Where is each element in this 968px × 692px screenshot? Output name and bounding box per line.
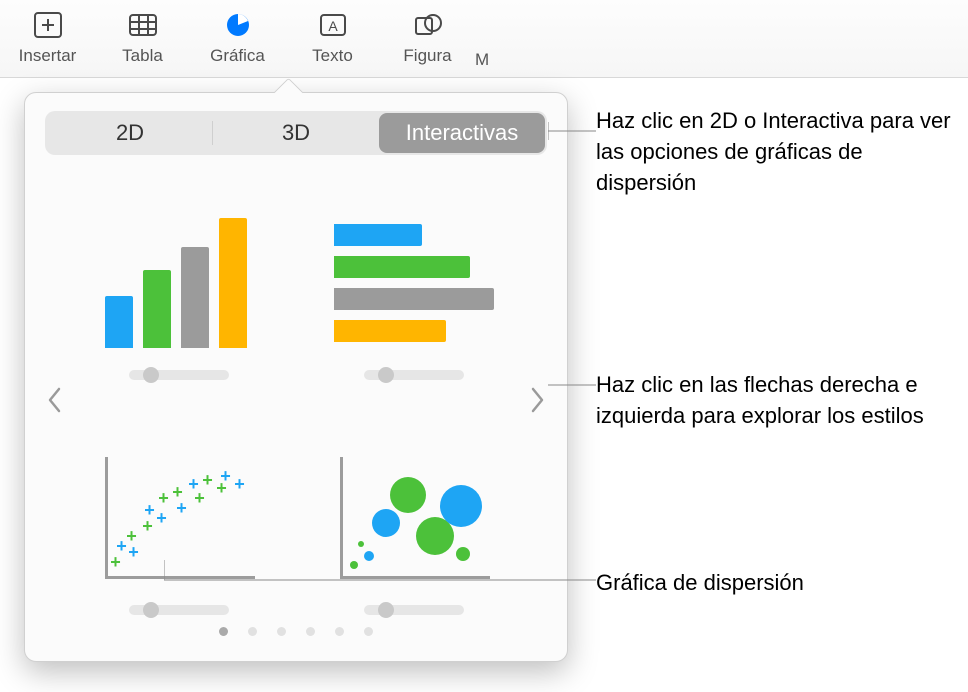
chart-tab-segmented-control: 2D 3D Interactivas <box>45 111 547 155</box>
shape-icon <box>413 8 443 42</box>
toolbar-insert-label: Insertar <box>19 46 77 66</box>
prev-style-arrow[interactable] <box>43 382 67 418</box>
toolbar-overflow[interactable]: M <box>475 8 515 70</box>
leader-line <box>164 560 596 588</box>
mini-slider-icon <box>364 370 464 380</box>
mini-slider-icon <box>129 370 229 380</box>
svg-text:A: A <box>328 18 338 34</box>
leader-line <box>548 120 596 142</box>
toolbar-text-label: Texto <box>312 46 353 66</box>
callout-scatter-label: Gráfica de dispersión <box>596 568 946 599</box>
toolbar-chart-label: Gráfica <box>210 46 265 66</box>
toolbar: Insertar Tabla Gráfica A Texto Figura M <box>0 0 968 78</box>
tab-2d[interactable]: 2D <box>47 113 213 153</box>
column-chart-icon <box>99 218 259 348</box>
pie-chart-icon <box>223 8 253 42</box>
mini-slider-icon <box>364 605 464 615</box>
page-indicator[interactable] <box>45 627 547 636</box>
column-chart-thumb[interactable] <box>91 185 266 380</box>
page-dot[interactable] <box>219 627 228 636</box>
toolbar-shape-button[interactable]: Figura <box>380 8 475 66</box>
page-dot[interactable] <box>277 627 286 636</box>
callout-arrows-hint: Haz clic en las flechas derecha e izquie… <box>596 370 946 432</box>
table-icon <box>128 8 158 42</box>
page-dot[interactable] <box>306 627 315 636</box>
bar-chart-icon <box>334 218 494 348</box>
page-dot[interactable] <box>335 627 344 636</box>
insert-icon <box>33 8 63 42</box>
text-icon: A <box>318 8 348 42</box>
page-dot[interactable] <box>248 627 257 636</box>
tab-3d[interactable]: 3D <box>213 113 379 153</box>
page-dot[interactable] <box>364 627 373 636</box>
bar-chart-thumb[interactable] <box>326 185 501 380</box>
next-style-arrow[interactable] <box>525 382 549 418</box>
leader-line <box>548 384 596 386</box>
toolbar-shape-label: Figura <box>403 46 451 66</box>
callout-tabs-hint: Haz clic en 2D o Interactiva para ver la… <box>596 106 956 198</box>
toolbar-table-button[interactable]: Tabla <box>95 8 190 66</box>
toolbar-chart-button[interactable]: Gráfica <box>190 8 285 66</box>
toolbar-text-button[interactable]: A Texto <box>285 8 380 66</box>
chart-thumb-area: + + + + + + + + + + + + + + + + <box>45 185 547 615</box>
toolbar-table-label: Tabla <box>122 46 163 66</box>
tab-interactive[interactable]: Interactivas <box>379 113 545 153</box>
toolbar-insert-button[interactable]: Insertar <box>0 8 95 66</box>
mini-slider-icon <box>129 605 229 615</box>
